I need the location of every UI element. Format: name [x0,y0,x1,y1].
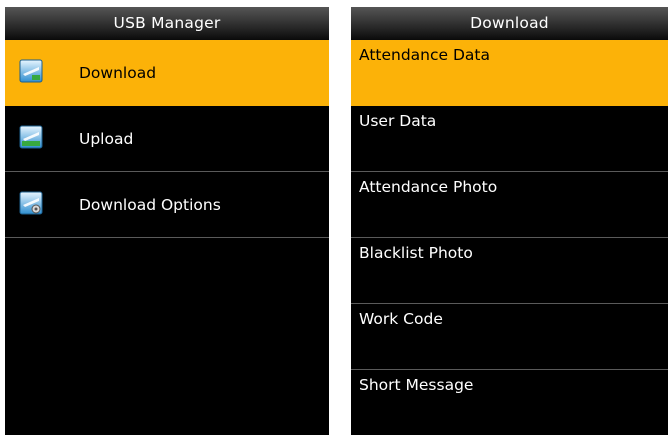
download-icon [19,59,43,83]
list-item-label: Attendance Photo [359,178,498,196]
list-item-work-code[interactable]: Work Code [351,304,668,370]
list-item-label: Blacklist Photo [359,244,473,262]
list-item-short-message[interactable]: Short Message [351,370,668,435]
usb-manager-screen: USB Manager Download Upload Download Opt… [5,7,329,435]
download-options-icon [19,191,43,215]
list-item-label: Short Message [359,376,474,394]
list-item-label: Work Code [359,310,443,328]
menu-item-label: Upload [79,130,134,148]
download-title: Download [351,7,668,40]
list-item-user-data[interactable]: User Data [351,106,668,172]
upload-icon [19,125,43,149]
menu-item-upload[interactable]: Upload [5,106,329,172]
usb-manager-title: USB Manager [5,7,329,40]
menu-item-download[interactable]: Download [5,40,329,106]
menu-item-download-options[interactable]: Download Options [5,172,329,238]
list-item-label: User Data [359,112,437,130]
list-item-attendance-data[interactable]: Attendance Data [351,40,668,106]
list-item-blacklist-photo[interactable]: Blacklist Photo [351,238,668,304]
list-item-attendance-photo[interactable]: Attendance Photo [351,172,668,238]
menu-item-label: Download Options [79,196,221,214]
menu-item-label: Download [79,64,157,82]
download-screen: Download Attendance Data User Data Atten… [351,7,668,435]
list-item-label: Attendance Data [359,46,491,64]
